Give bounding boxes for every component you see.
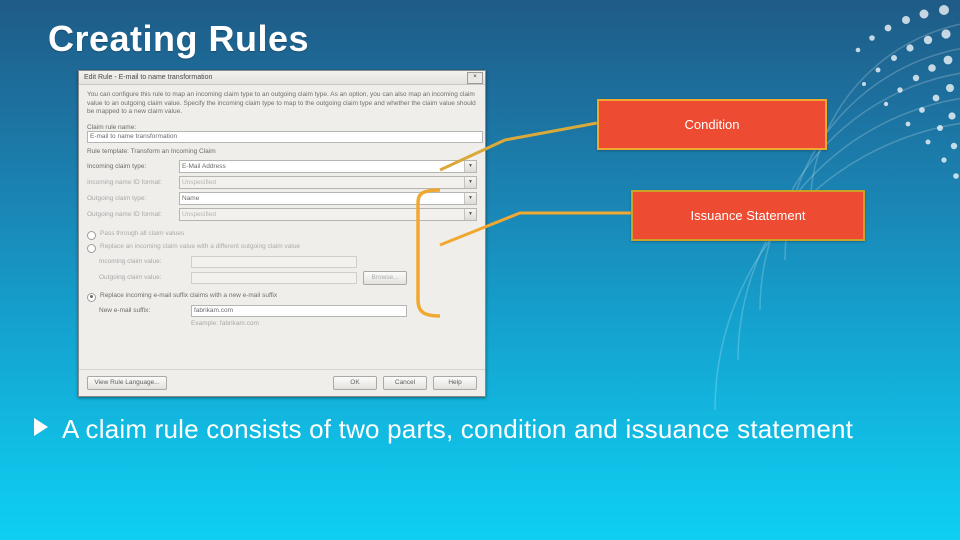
ok-button[interactable]: OK [333,376,377,390]
rule-name-input[interactable]: E-mail to name transformation [87,130,483,143]
replace-value-fields: Incoming claim value: Outgoing claim val… [87,255,477,285]
new-email-suffix-label: New e-mail suffix: [99,307,151,314]
radio-icon[interactable] [87,292,96,302]
radio-replace-suffix[interactable]: Replace incoming e-mail suffix claims wi… [87,292,477,302]
rule-template-label: Rule template: Transform an Incoming Cla… [87,147,216,155]
new-email-suffix-row: New e-mail suffix: fabrikam.com [99,304,477,317]
chevron-down-icon[interactable]: ▼ [464,208,476,220]
outgoing-claim-value-row: Outgoing claim value: Browse... [99,270,477,285]
view-rule-language-button[interactable]: View Rule Language... [87,376,167,390]
page-title: Creating Rules [48,18,310,59]
incoming-claim-value-row: Incoming claim value: [99,255,477,268]
help-button[interactable]: Help [433,376,477,390]
radio-replace-value-label: Replace an incoming claim value with a d… [100,242,301,250]
callout-condition: Condition [597,99,827,150]
outgoing-name-id-format-select[interactable]: Unspecified ▼ [179,207,477,221]
bullet-text: A claim rule consists of two parts, cond… [62,414,854,444]
radio-pass-through-label: Pass through all claim values [100,229,185,237]
incoming-claim-type-label: Incoming claim type: [87,162,147,170]
callout-condition-label: Condition [684,117,740,132]
outgoing-claim-type-row: Outgoing claim type: Name ▼ [87,191,477,205]
slide-canvas: Creating Rules Edit Rule - E-mail to nam… [0,0,960,540]
callout-issuance: Issuance Statement [631,190,865,241]
cancel-button[interactable]: Cancel [383,376,427,390]
callout-issuance-label: Issuance Statement [690,208,806,223]
dialog-footer-buttons: OK Cancel Help [333,376,477,390]
incoming-name-id-format-label: Incoming name ID format: [87,178,162,186]
rule-name-label: Claim rule name: [87,123,137,131]
incoming-name-id-format-value: Unspecified [182,178,216,186]
chevron-down-icon[interactable]: ▼ [464,160,476,172]
radio-replace-value[interactable]: Replace an incoming claim value with a d… [87,243,477,253]
edit-rule-dialog: Edit Rule - E-mail to name transformatio… [78,70,486,397]
dialog-description: You can configure this rule to map an in… [87,91,476,115]
incoming-claim-value-label: Incoming claim value: [99,258,162,265]
outgoing-claim-value-input[interactable] [191,271,357,284]
dialog-titlebar: Edit Rule - E-mail to name transformatio… [79,71,485,85]
suffix-example-text: Example: fabrikam.com [191,319,259,327]
suffix-fields: New e-mail suffix: fabrikam.com [87,304,477,317]
radio-icon[interactable] [87,230,96,240]
incoming-name-id-format-select[interactable]: Unspecified ▼ [179,175,477,189]
browse-button[interactable]: Browse... [363,270,407,285]
incoming-claim-type-select[interactable]: E-Mail Address ▼ [179,159,477,173]
outgoing-name-id-format-row: Outgoing name ID format: Unspecified ▼ [87,207,477,221]
radio-replace-suffix-label: Replace incoming e-mail suffix claims wi… [100,291,278,299]
close-icon[interactable]: × [467,71,483,84]
outgoing-claim-type-value: Name [182,194,200,202]
triangle-bullet-icon [34,418,48,436]
new-email-suffix-input[interactable]: fabrikam.com [191,304,407,317]
outgoing-claim-type-select[interactable]: Name ▼ [179,191,477,205]
dialog-title: Edit Rule - E-mail to name transformatio… [84,74,213,81]
outgoing-claim-type-label: Outgoing claim type: [87,194,147,202]
chevron-down-icon[interactable]: ▼ [464,192,476,204]
radio-pass-through[interactable]: Pass through all claim values [87,230,477,240]
chevron-down-icon[interactable]: ▼ [464,176,476,188]
incoming-claim-type-row: Incoming claim type: E-Mail Address ▼ [87,159,477,173]
outgoing-claim-value-label: Outgoing claim value: [99,274,162,281]
incoming-claim-value-input[interactable] [191,255,357,268]
incoming-claim-type-value: E-Mail Address [182,162,226,170]
bullet-row: A claim rule consists of two parts, cond… [34,410,914,448]
dialog-footer: View Rule Language... OK Cancel Help [79,369,485,396]
outgoing-name-id-format-label: Outgoing name ID format: [87,210,162,218]
rule-name-group: Claim rule name: E-mail to name transfor… [87,123,483,143]
incoming-name-id-format-row: Incoming name ID format: Unspecified ▼ [87,175,477,189]
radio-icon[interactable] [87,243,96,253]
outgoing-name-id-format-value: Unspecified [182,210,216,218]
dialog-body: You can configure this rule to map an in… [79,85,485,327]
